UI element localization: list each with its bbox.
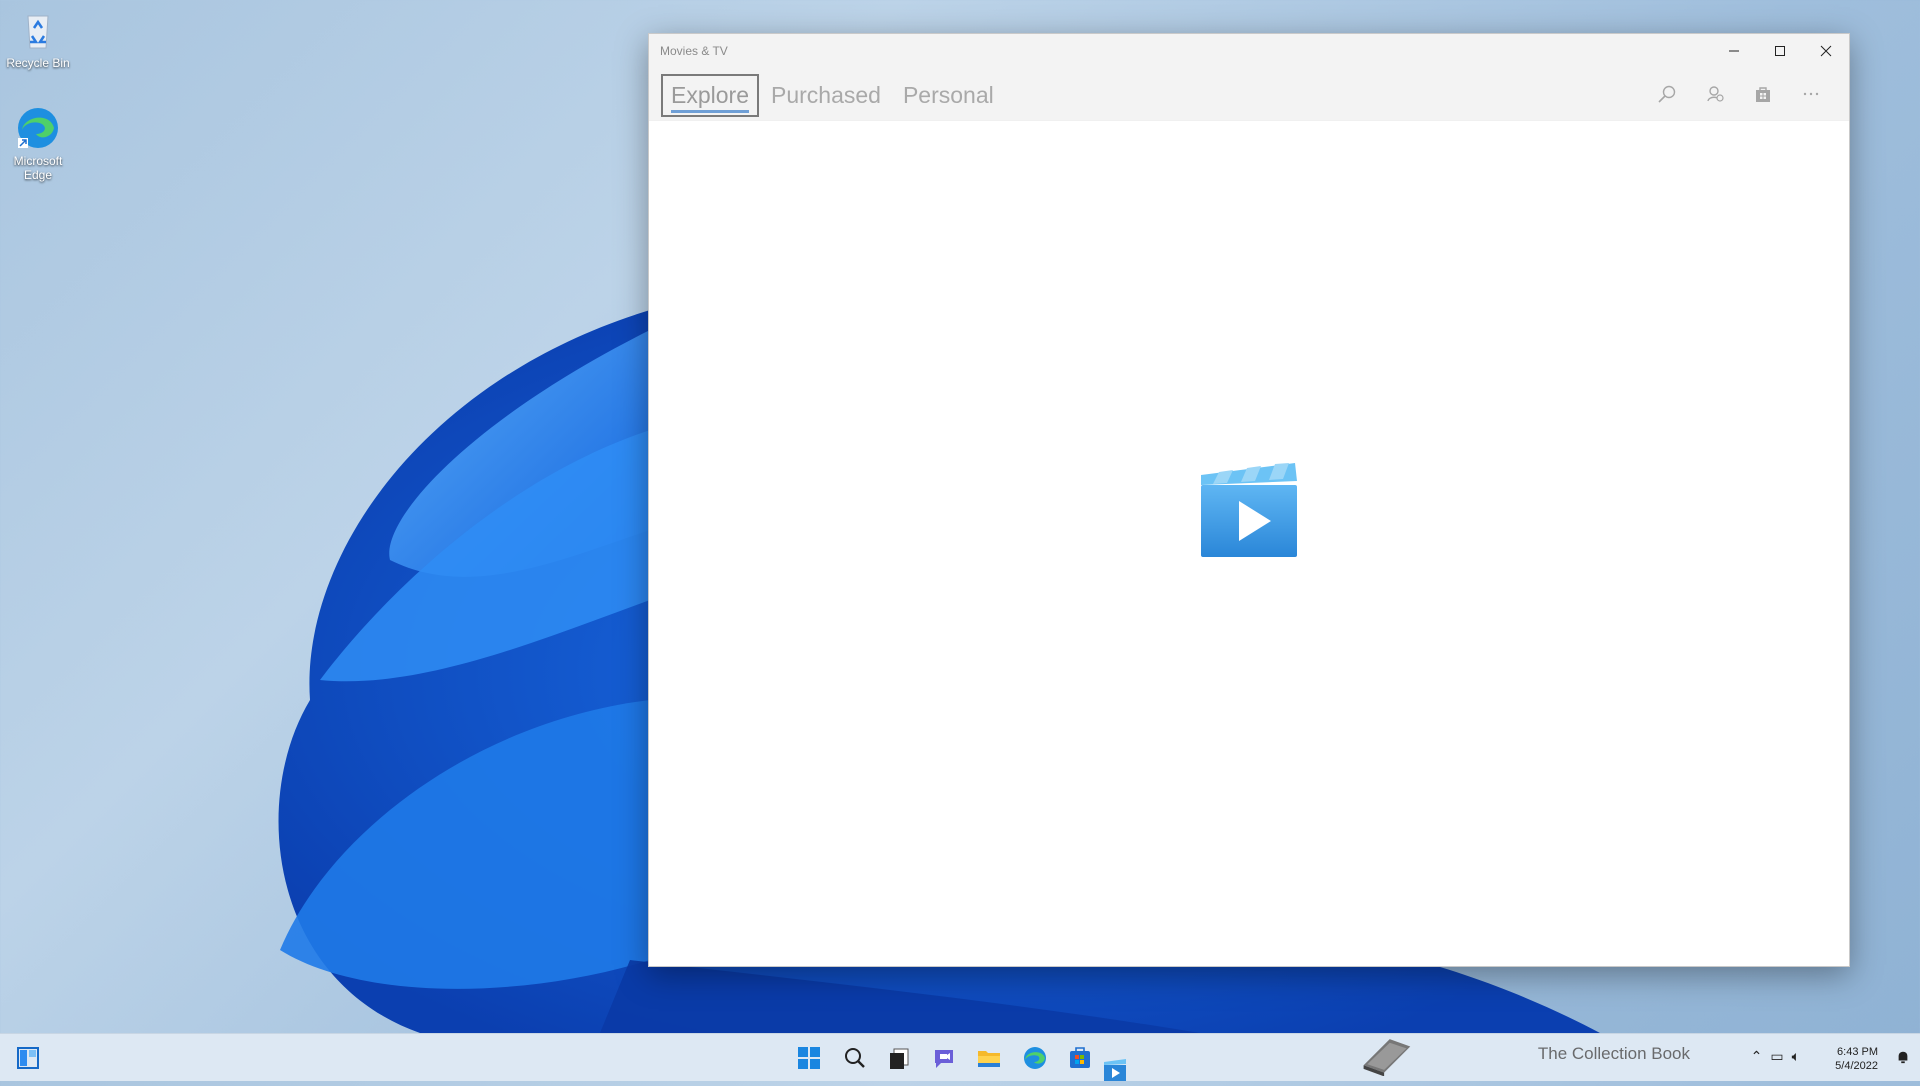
nav-bar: Explore Purchased Personal [649,68,1849,121]
clock[interactable]: 6:43 PM 5/4/2022 [1835,1045,1878,1073]
account-button[interactable] [1691,78,1739,110]
clock-date: 5/4/2022 [1835,1060,1878,1072]
notification-icon[interactable] [1896,1050,1910,1064]
edge-taskbar-button[interactable] [1019,1042,1051,1074]
desktop-icon-recycle-bin[interactable]: Recycle Bin [0,6,76,70]
widgets-button[interactable] [12,1042,44,1074]
more-button[interactable] [1787,78,1835,110]
store-taskbar-button[interactable] [1064,1042,1096,1074]
store-icon [1070,1047,1090,1068]
tab-strip: Explore Purchased Personal [661,74,1006,117]
recycle-bin-icon [27,15,49,49]
search-icon [1658,85,1676,103]
close-icon [1820,45,1832,57]
more-icon [1803,92,1819,96]
window-title: Movies & TV [660,44,728,58]
maximize-button[interactable] [1757,34,1803,68]
file-explorer-icon [978,1051,1000,1067]
tab-explore[interactable]: Explore [661,74,759,117]
taskbar: The Collection Book ⌃ ▭ 🔈︎ 6:43 PM 5/4/2… [0,1033,1920,1081]
clock-time: 6:43 PM [1837,1046,1878,1058]
store-bag-icon [1756,87,1770,102]
chat-button[interactable] [928,1042,960,1074]
movies-tv-splash-icon [1201,463,1297,557]
caption-buttons [1711,34,1849,68]
close-button[interactable] [1803,34,1849,68]
desktop-icon-label: Microsoft Edge [13,154,63,182]
movies-tv-taskbar-button[interactable] [1099,1054,1131,1086]
widgets-icon [17,1047,39,1069]
minimize-icon [1729,50,1739,52]
file-explorer-button[interactable] [973,1042,1005,1074]
movies-tv-window: Movies & TV Explore Purchased Personal [648,33,1850,967]
network-icon[interactable]: ▭ [1770,1048,1783,1065]
desktop-icon-label: Recycle Bin [6,56,70,70]
tray-icons: ⌃ ▭ 🔈︎ [1751,1048,1800,1065]
task-view-button[interactable] [883,1042,915,1074]
maximize-icon [1775,46,1785,56]
search-button[interactable] [1643,78,1691,110]
task-view-icon [890,1048,909,1069]
watermark-text: The Collection Book [1537,1044,1690,1063]
content-area [649,121,1849,966]
taskbar-search-button[interactable] [839,1042,871,1074]
start-icon [798,1047,820,1069]
account-icon [1707,86,1724,102]
tab-purchased[interactable]: Purchased [761,74,891,117]
start-button[interactable] [793,1042,825,1074]
desktop-icon-edge[interactable]: Microsoft Edge [0,104,76,182]
volume-icon[interactable]: 🔈︎ [1792,1048,1800,1065]
minimize-button[interactable] [1711,34,1757,68]
edge-icon [1024,1047,1046,1069]
book-icon [1363,1039,1411,1076]
store-button[interactable] [1739,78,1787,110]
title-bar[interactable]: Movies & TV [649,34,1849,68]
toolbar [1643,78,1835,110]
search-icon [845,1048,865,1068]
movies-tv-icon [1104,1059,1126,1081]
chat-icon [935,1050,953,1068]
chevron-up-icon[interactable]: ⌃ [1751,1048,1763,1065]
edge-icon [18,108,58,148]
tab-personal[interactable]: Personal [893,74,1004,117]
